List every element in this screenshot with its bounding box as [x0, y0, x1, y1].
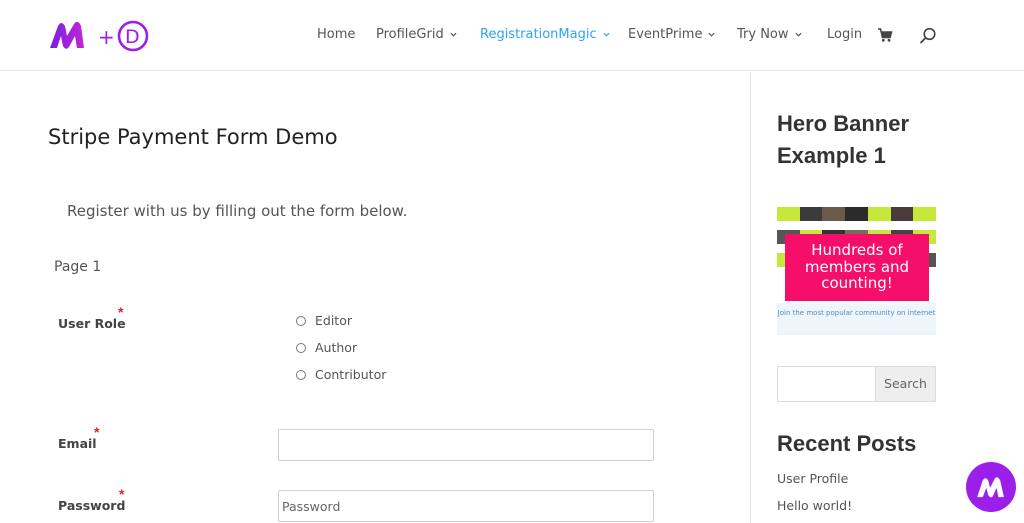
recent-posts-title: Recent Posts	[777, 431, 917, 456]
nav-eventprime-label: EventPrime	[628, 27, 703, 42]
user-role-label: User Role	[58, 316, 126, 331]
nav-home-label: Home	[317, 27, 356, 42]
chevron-down-icon	[603, 32, 610, 37]
radio-editor-label: Editor	[315, 313, 352, 328]
radio-editor[interactable]: Editor	[296, 313, 352, 328]
required-asterisk: *	[119, 486, 125, 502]
chevron-down-icon	[450, 32, 457, 37]
nav-try-now-label: Try Now	[737, 27, 789, 42]
recent-post-link[interactable]: User Profile	[777, 471, 848, 486]
svg-text:+: +	[98, 25, 115, 49]
site-logo[interactable]: + D	[48, 18, 152, 54]
banner-photo-strip	[777, 207, 936, 221]
email-label: Email	[58, 436, 97, 451]
nav-login[interactable]: Login	[827, 27, 862, 42]
nav-registrationmagic-label: RegistrationMagic	[480, 27, 597, 42]
cart-icon[interactable]	[877, 27, 893, 43]
page-title: Stripe Payment Form Demo	[48, 125, 338, 149]
site-header: + D Home ProfileGrid RegistrationMagic E…	[0, 0, 1024, 71]
required-asterisk: *	[94, 424, 100, 440]
hero-banner-title: Hero Banner Example 1	[777, 111, 910, 168]
chevron-down-icon	[794, 32, 802, 37]
form-page-label: Page 1	[54, 259, 102, 275]
chat-launcher-button[interactable]	[966, 462, 1016, 512]
radio-author-label: Author	[315, 340, 358, 355]
radio-contributor[interactable]: Contributor	[296, 367, 386, 382]
sidebar-divider	[750, 72, 751, 523]
nav-registrationmagic[interactable]: RegistrationMagic	[480, 27, 610, 42]
password-label: Password	[58, 498, 126, 513]
svg-text:D: D	[125, 26, 140, 48]
hero-banner-image[interactable]: Hundreds of members and counting! Join t…	[777, 207, 936, 335]
recent-post-link[interactable]: Hello world!	[777, 498, 852, 513]
search-icon[interactable]	[919, 27, 937, 45]
banner-headline: Hundreds of members and counting!	[785, 234, 929, 301]
password-field[interactable]	[278, 490, 654, 522]
radio-button[interactable]	[296, 369, 306, 380]
banner-tagline: Join the most popular community on inter…	[777, 303, 936, 335]
brand-m-icon	[977, 477, 1004, 498]
chevron-down-icon	[708, 32, 716, 37]
nav-try-now[interactable]: Try Now	[737, 27, 802, 42]
radio-contributor-label: Contributor	[315, 367, 387, 382]
nav-home[interactable]: Home	[317, 27, 355, 42]
sidebar-search-button[interactable]: Search	[875, 366, 936, 402]
sidebar-search-input[interactable]	[777, 366, 875, 402]
nav-eventprime[interactable]: EventPrime	[628, 27, 716, 42]
required-asterisk: *	[118, 304, 124, 320]
nav-profilegrid-label: ProfileGrid	[376, 27, 444, 42]
email-field[interactable]	[278, 429, 654, 461]
nav-login-label: Login	[827, 27, 863, 42]
radio-button[interactable]	[296, 315, 306, 326]
form-intro: Register with us by filling out the form…	[67, 202, 408, 220]
radio-author[interactable]: Author	[296, 340, 357, 355]
radio-button[interactable]	[296, 342, 306, 353]
nav-profilegrid[interactable]: ProfileGrid	[376, 27, 457, 42]
